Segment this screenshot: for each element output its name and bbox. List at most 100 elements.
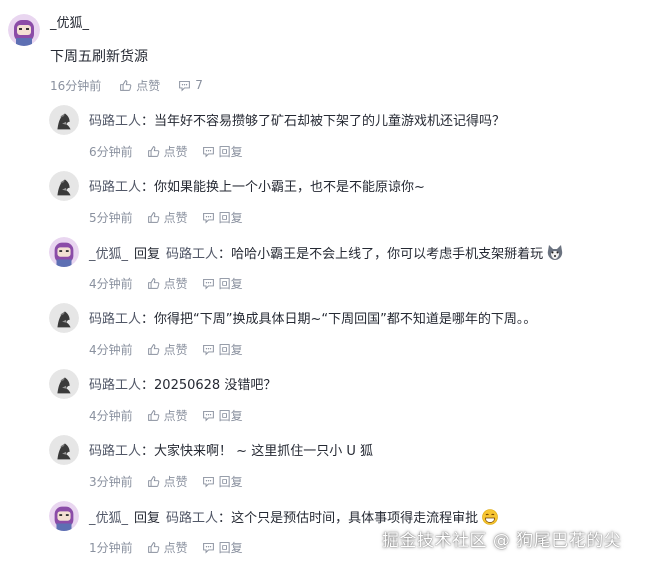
reply-time: 3分钟前 — [89, 474, 133, 489]
reply-like-button[interactable]: 点赞 — [147, 539, 188, 556]
reply-content: 当年好不容易攒够了矿石却被下架了的儿童游戏机还记得吗？ — [154, 114, 506, 129]
reply-line: _优狐_ 回复 码路工人：哈哈小霸王是不会上线了，你可以考虑手机支架掰着玩 — [89, 245, 564, 264]
reply-separator: ： — [141, 180, 155, 195]
post-comment-button[interactable]: 7 — [178, 78, 203, 92]
reply-like-label: 点赞 — [163, 474, 188, 489]
reply-content: 你如果能换上一个小霸王，也不是不能原谅你~ — [154, 180, 425, 195]
reply-time: 5分钟前 — [89, 210, 133, 225]
thumb-up-icon — [147, 475, 159, 487]
reply-author-name[interactable]: 码路工人 — [89, 444, 141, 459]
reply-separator: ： — [141, 114, 155, 129]
reply-line: 码路工人：当年好不容易攒够了矿石却被下架了的儿童游戏机还记得吗？ — [89, 113, 505, 131]
reply-to-name[interactable]: 码路工人 — [166, 247, 218, 262]
reply-to-word: 回复 — [134, 511, 161, 526]
reply-author-name[interactable]: 码路工人 — [89, 312, 141, 327]
reply-avatar[interactable] — [49, 105, 79, 135]
reply-reply-label: 回复 — [218, 474, 243, 489]
comment-icon — [202, 410, 214, 422]
reply-reply-button[interactable]: 回复 — [202, 407, 243, 424]
reply-line: 码路工人：20250628 没错吧？ — [89, 377, 276, 395]
thumb-up-icon — [147, 277, 159, 289]
reply-reply-label: 回复 — [218, 342, 243, 357]
reply-separator: ： — [218, 247, 232, 262]
reply-reply-button[interactable]: 回复 — [202, 341, 243, 358]
thumb-up-icon — [147, 211, 159, 223]
reply-separator: ： — [218, 511, 232, 526]
reply-line: 码路工人：大家快来啊！ ~ 这里抓住一只小 U 狐 — [89, 443, 373, 461]
reply-content: 大家快来啊！ ~ 这里抓住一只小 U 狐 — [154, 444, 373, 459]
reply-like-label: 点赞 — [163, 342, 188, 357]
post-author-avatar[interactable] — [8, 14, 40, 46]
husky-emoji-icon — [547, 245, 563, 260]
reply-meta: 3分钟前 点赞 回复 — [89, 472, 257, 490]
reply-separator: ： — [141, 378, 155, 393]
post-meta: 16分钟前 点赞 7 — [50, 76, 217, 94]
reply-separator: ： — [141, 444, 155, 459]
reply-like-button[interactable]: 点赞 — [147, 407, 188, 424]
post-like-button[interactable]: 点赞 — [119, 77, 160, 94]
reply-content: 20250628 没错吧？ — [154, 378, 277, 393]
reply-content: 哈哈小霸王是不会上线了，你可以考虑手机支架掰着玩 — [231, 247, 544, 262]
reply-line: 码路工人：你得把“下周”换成具体日期~“下周回国”都不知道是哪年的下周。。 — [89, 311, 536, 329]
thumb-up-icon — [147, 409, 159, 421]
reply-author-name[interactable]: _优狐_ — [89, 247, 128, 262]
reply-separator: ： — [141, 312, 155, 327]
reply-content: 你得把“下周”换成具体日期~“下周回国”都不知道是哪年的下周。。 — [154, 312, 537, 327]
husky-emoji — [543, 245, 564, 262]
comment-icon — [202, 476, 214, 488]
reply-meta: 5分钟前 点赞 回复 — [89, 208, 257, 226]
reply-like-button[interactable]: 点赞 — [147, 143, 188, 160]
reply-author-name[interactable]: _优狐_ — [89, 511, 128, 526]
post-author-name[interactable]: _优狐_ — [50, 12, 89, 31]
comment-icon — [179, 80, 191, 92]
reply-reply-button[interactable]: 回复 — [202, 209, 243, 226]
reply-avatar[interactable] — [49, 237, 79, 267]
reply-like-label: 点赞 — [163, 540, 188, 555]
comment-icon — [202, 344, 214, 356]
reply-to-name[interactable]: 码路工人 — [166, 511, 218, 526]
comment-icon — [202, 146, 214, 158]
reply-avatar[interactable] — [49, 435, 79, 465]
comment-icon — [202, 212, 214, 224]
reply-meta: 4分钟前 点赞 回复 — [89, 274, 257, 292]
reply-reply-label: 回复 — [218, 408, 243, 423]
reply-avatar[interactable] — [49, 303, 79, 333]
reply-avatar[interactable] — [49, 171, 79, 201]
reply-time: 6分钟前 — [89, 144, 133, 159]
reply-like-button[interactable]: 点赞 — [147, 275, 188, 292]
reply-like-label: 点赞 — [163, 144, 188, 159]
reply-reply-label: 回复 — [218, 144, 243, 159]
reply-reply-label: 回复 — [218, 276, 243, 291]
post-content: 下周五刷新货源 — [50, 49, 148, 65]
thumb-up-icon — [147, 145, 159, 157]
reply-author-name[interactable]: 码路工人 — [89, 114, 141, 129]
reply-meta: 1分钟前 点赞 回复 — [89, 538, 257, 556]
reply-author-name[interactable]: 码路工人 — [89, 378, 141, 393]
reply-line: 码路工人：你如果能换上一个小霸王，也不是不能原谅你~ — [89, 179, 425, 197]
thumb-up-icon — [120, 79, 132, 91]
reply-avatar[interactable] — [49, 501, 79, 531]
reply-reply-button[interactable]: 回复 — [202, 275, 243, 292]
reply-like-label: 点赞 — [163, 276, 188, 291]
reply-author-name[interactable]: 码路工人 — [89, 180, 141, 195]
reply-like-button[interactable]: 点赞 — [147, 473, 188, 490]
reply-reply-button[interactable]: 回复 — [202, 539, 243, 556]
thumb-up-icon — [147, 343, 159, 355]
reply-meta: 6分钟前 点赞 回复 — [89, 142, 257, 160]
reply-reply-label: 回复 — [218, 210, 243, 225]
post-like-label: 点赞 — [136, 78, 161, 93]
thumb-up-icon — [147, 541, 159, 553]
comment-icon — [202, 542, 214, 554]
reply-reply-button[interactable]: 回复 — [202, 473, 243, 490]
post-comment-count: 7 — [195, 78, 203, 92]
reply-content: 这个只是预估时间，具体事项得走流程审批 — [231, 511, 479, 526]
comment-icon — [202, 278, 214, 290]
reply-meta: 4分钟前 点赞 回复 — [89, 340, 257, 358]
reply-reply-button[interactable]: 回复 — [202, 143, 243, 160]
reply-like-button[interactable]: 点赞 — [147, 341, 188, 358]
reply-like-label: 点赞 — [163, 408, 188, 423]
reply-like-button[interactable]: 点赞 — [147, 209, 188, 226]
reply-meta: 4分钟前 点赞 回复 — [89, 406, 257, 424]
reply-avatar[interactable] — [49, 369, 79, 399]
reply-reply-label: 回复 — [218, 540, 243, 555]
